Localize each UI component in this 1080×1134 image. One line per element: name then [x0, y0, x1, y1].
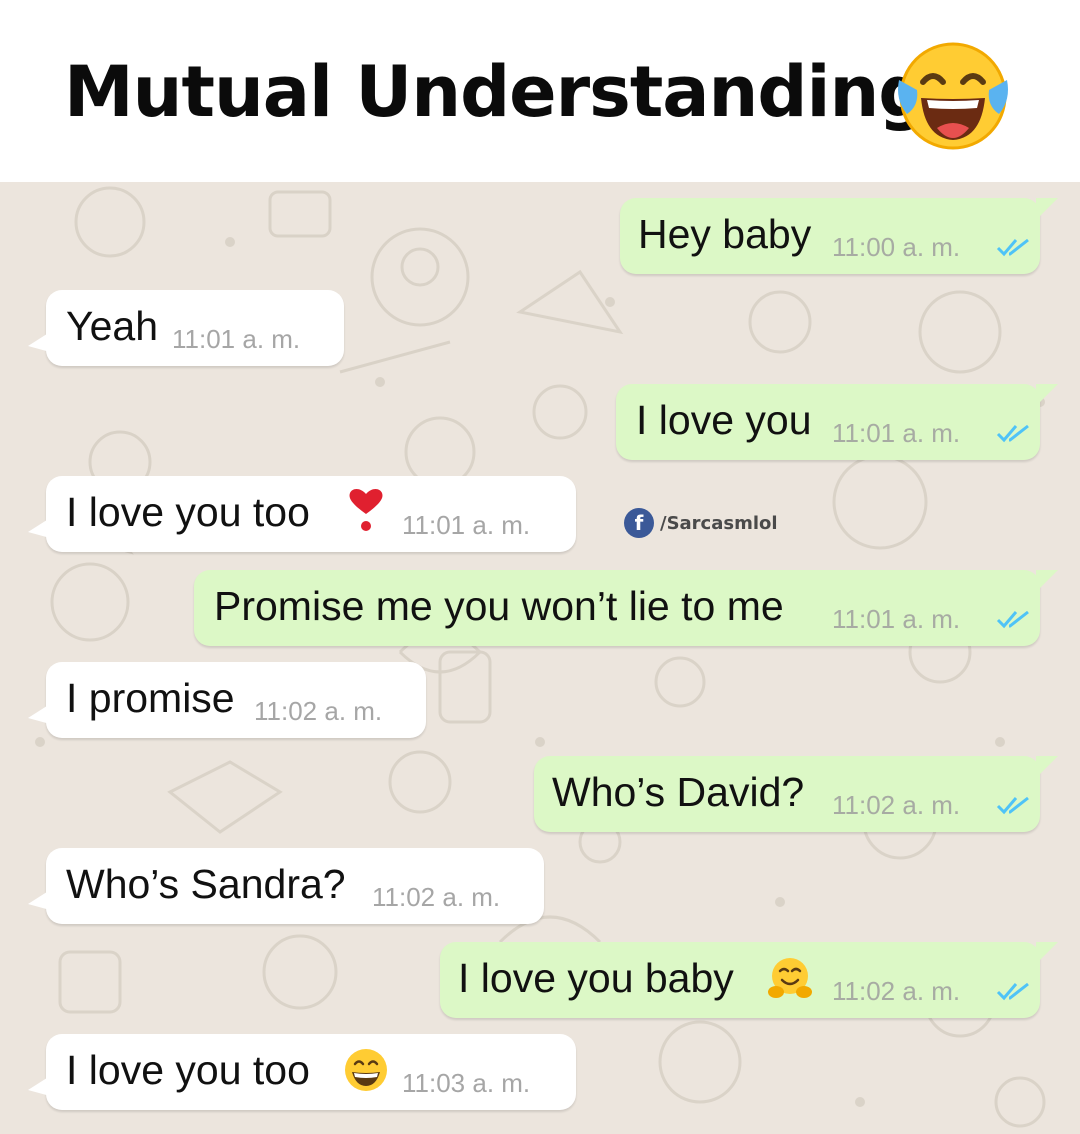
- message-bubble-outgoing[interactable]: I love you baby 11:02 a. m.: [440, 942, 1040, 1018]
- message-time: 11:02 a. m.: [832, 976, 961, 1006]
- message-bubble-outgoing[interactable]: Who’s David? 11:02 a. m.: [534, 756, 1040, 832]
- message-text: I love you too: [66, 1047, 310, 1093]
- grinning-face-icon: [345, 1049, 387, 1091]
- read-double-check-icon: [996, 238, 1029, 257]
- message-bubble-outgoing[interactable]: Promise me you won’t lie to me 11:01 a. …: [194, 570, 1040, 646]
- read-double-check-icon: [996, 796, 1029, 815]
- message-time: 11:02 a. m.: [254, 696, 383, 726]
- message-time: 11:01 a. m.: [832, 418, 961, 448]
- watermark-text: /Sarcasmlol: [660, 512, 778, 534]
- watermark: f /Sarcasmlol: [624, 508, 778, 538]
- header: Mutual Understanding: [0, 0, 1080, 182]
- message-bubble-incoming[interactable]: I love you too 11:01 a. m.: [28, 476, 576, 552]
- message-time: 11:02 a. m.: [372, 882, 501, 912]
- message-bubble-incoming[interactable]: I promise 11:02 a. m.: [28, 662, 426, 738]
- message-time: 11:01 a. m.: [402, 510, 531, 540]
- facebook-icon: f: [624, 508, 654, 538]
- message-text: Hey baby: [638, 211, 812, 257]
- message-text: I promise: [66, 675, 235, 721]
- message-time: 11:01 a. m.: [172, 324, 301, 354]
- message-bubble-incoming[interactable]: I love you too 11:03 a. m.: [28, 1034, 576, 1110]
- message-time: 11:00 a. m.: [832, 232, 961, 262]
- red-exclamation-heart-icon: [349, 489, 383, 531]
- message-time: 11:03 a. m.: [402, 1068, 531, 1098]
- message-bubble-outgoing[interactable]: I love you 11:01 a. m.: [616, 384, 1040, 460]
- page-title: Mutual Understanding: [64, 51, 928, 133]
- message-bubble-incoming[interactable]: Yeah 11:01 a. m.: [28, 290, 344, 366]
- message-text: I love you: [636, 397, 812, 443]
- message-text: Yeah: [66, 303, 158, 349]
- face-with-tears-of-joy-icon: [898, 42, 1008, 150]
- read-double-check-icon: [996, 424, 1029, 443]
- message-text: I love you baby: [458, 955, 734, 1001]
- message-text: Who’s David?: [552, 769, 805, 815]
- read-double-check-icon: [996, 610, 1029, 629]
- chat-area[interactable]: Hey baby 11:00 a. m. Yeah 11:01 a. m. I …: [0, 182, 1080, 1134]
- message-time: 11:02 a. m.: [832, 790, 961, 820]
- message-bubble-incoming[interactable]: Who’s Sandra? 11:02 a. m.: [28, 848, 544, 924]
- message-text: Promise me you won’t lie to me: [214, 583, 784, 629]
- message-bubble-outgoing[interactable]: Hey baby 11:00 a. m.: [620, 198, 1040, 274]
- read-double-check-icon: [996, 982, 1029, 1001]
- hugging-face-icon: [768, 958, 812, 998]
- message-text: I love you too: [66, 489, 310, 535]
- message-text: Who’s Sandra?: [66, 861, 346, 907]
- message-time: 11:01 a. m.: [832, 604, 961, 634]
